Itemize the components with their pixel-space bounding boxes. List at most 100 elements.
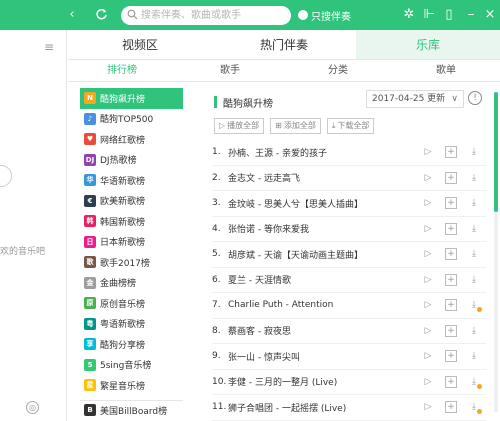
download-icon[interactable]: ⤓ xyxy=(468,146,480,158)
menu-icon[interactable]: ≡ xyxy=(44,40,54,54)
play-all-button[interactable]: ▷ 播放全部 xyxy=(214,118,265,134)
chart-content: 酷狗飙升榜 2017-04-25 更新 ∨ ! ▷ 播放全部 ⊞ 添加全部 ⤓ … xyxy=(200,82,490,421)
song-row[interactable]: 4. 张怡诺 - 等你来爱我 ▷ + ⤓ xyxy=(212,217,486,242)
search-input[interactable] xyxy=(141,7,286,24)
tab-sub-0[interactable]: 排行榜 xyxy=(68,60,176,81)
minimize-icon[interactable]: – xyxy=(463,6,479,24)
download-icon[interactable]: ⤓ xyxy=(468,401,482,415)
tab-main-1[interactable]: 热门伴奏 xyxy=(212,30,356,59)
mobile-icon[interactable]: ▯ xyxy=(441,6,457,24)
chart-list-item[interactable]: 原原创音乐榜 xyxy=(80,293,183,314)
play-icon[interactable]: ▷ xyxy=(422,274,434,286)
tab-sub-3[interactable]: 歌单 xyxy=(392,60,500,81)
song-title[interactable]: 张怡诺 - 等你来爱我 xyxy=(226,222,422,235)
add-icon[interactable]: + xyxy=(445,401,457,414)
chart-list-item[interactable]: 粤粤语新歌榜 xyxy=(80,314,183,335)
chart-list-item[interactable]: 金金曲榜榜 xyxy=(80,273,183,294)
chart-list-item[interactable]: ♪ 酷狗TOP500 xyxy=(80,109,183,130)
play-icon[interactable]: ▷ xyxy=(422,299,434,311)
download-icon[interactable]: ⤓ xyxy=(468,325,480,337)
song-row[interactable]: 2. 金志文 - 远走高飞 ▷ + ⤓ xyxy=(212,166,486,191)
scrollbar[interactable] xyxy=(494,92,498,412)
add-icon[interactable]: + xyxy=(445,375,457,388)
chart-list-item[interactable]: B 美国BillBoard榜 xyxy=(80,399,183,421)
song-title[interactable]: 胡彦斌 - 天谕【天谕动画主题曲】 xyxy=(226,248,422,261)
song-title[interactable]: 金志文 - 远走高飞 xyxy=(226,171,422,184)
song-title[interactable]: Charlie Puth - Attention xyxy=(226,300,422,310)
song-row[interactable]: 9. 张一山 - 惊声尖叫 ▷ + ⤓ xyxy=(212,344,486,370)
play-icon[interactable]: ▷ xyxy=(422,172,434,184)
chart-list-item[interactable]: 星繁星音乐榜 xyxy=(80,375,183,396)
chart-list-item[interactable]: 华华语新歌榜 xyxy=(80,170,183,191)
song-row[interactable]: 7. Charlie Puth - Attention ▷ + ⤓ xyxy=(212,293,486,319)
download-icon[interactable]: ⤓ xyxy=(468,274,480,286)
chart-list-item[interactable]: 日日本新歌榜 xyxy=(80,232,183,253)
chart-list-item[interactable]: 歌歌手2017榜 xyxy=(80,252,183,273)
chart-list-item[interactable]: ♥ 网络红歌榜 xyxy=(80,129,183,150)
tab-main-0[interactable]: 视频区 xyxy=(68,30,212,59)
badge-dot-icon xyxy=(477,409,482,415)
song-title[interactable]: 蔡画客 - 寂夜思 xyxy=(226,324,422,337)
song-row[interactable]: 10. 李健 - 三月的一整月 (Live) ▷ + ⤓ xyxy=(212,370,486,395)
add-icon[interactable]: + xyxy=(445,222,457,235)
add-icon[interactable]: + xyxy=(445,324,457,337)
download-icon[interactable]: ⤓ xyxy=(468,299,482,313)
search-box[interactable] xyxy=(121,6,291,25)
chart-list-item[interactable]: DJ DJ热歌榜 xyxy=(80,150,183,171)
play-icon[interactable]: ▷ xyxy=(422,146,434,158)
location-icon[interactable]: ◎ xyxy=(26,401,39,414)
song-title[interactable]: 李健 - 三月的一整月 (Live) xyxy=(226,375,422,388)
only-companion-toggle[interactable]: 只搜伴奏 xyxy=(298,7,351,23)
play-icon[interactable]: ▷ xyxy=(422,325,434,337)
play-icon[interactable]: ▷ xyxy=(422,350,434,362)
download-all-button[interactable]: ⤓ 下载全部 xyxy=(326,118,375,134)
scrollbar-thumb[interactable] xyxy=(494,92,498,212)
refresh-icon[interactable] xyxy=(93,6,109,27)
add-icon[interactable]: + xyxy=(445,299,457,312)
add-icon[interactable]: + xyxy=(445,350,457,363)
collapse-button[interactable] xyxy=(0,165,12,187)
info-icon[interactable]: ! xyxy=(468,91,482,105)
song-row[interactable]: 1. 孙楠、王源 - 亲爱的孩子 ▷ + ⤓ xyxy=(212,140,486,166)
download-icon[interactable]: ⤓ xyxy=(468,376,482,389)
download-icon[interactable]: ⤓ xyxy=(468,223,480,235)
song-title[interactable]: 金玟岐 - 思美人兮【思美人插曲】 xyxy=(226,197,422,210)
tab-main-2[interactable]: 乐库 xyxy=(356,30,500,59)
date-select[interactable]: 2017-04-25 更新 ∨ xyxy=(366,90,464,108)
play-icon[interactable]: ▷ xyxy=(422,197,434,209)
play-icon[interactable]: ▷ xyxy=(422,401,434,413)
chart-list-item[interactable]: 韩韩国新歌榜 xyxy=(80,211,183,232)
tab-sub-1[interactable]: 歌手 xyxy=(176,60,284,81)
play-icon[interactable]: ▷ xyxy=(422,248,434,260)
add-icon[interactable]: + xyxy=(445,273,457,286)
chart-list-item[interactable]: N 酷狗飙升榜 xyxy=(80,88,183,109)
song-title[interactable]: 孙楠、王源 - 亲爱的孩子 xyxy=(226,146,422,159)
song-row[interactable]: 3. 金玟岐 - 思美人兮【思美人插曲】 ▷ + ⤓ xyxy=(212,191,486,217)
song-row[interactable]: 5. 胡彦斌 - 天谕【天谕动画主题曲】 ▷ + ⤓ xyxy=(212,242,486,268)
tab-sub-2[interactable]: 分类 xyxy=(284,60,392,81)
close-icon[interactable]: × xyxy=(482,6,498,24)
play-icon[interactable]: ▷ xyxy=(422,223,434,235)
add-icon[interactable]: + xyxy=(445,146,457,159)
song-title[interactable]: 夏兰 - 天涯情歌 xyxy=(226,273,422,286)
add-icon[interactable]: + xyxy=(445,171,457,184)
play-icon[interactable]: ▷ xyxy=(422,376,434,388)
add-all-button[interactable]: ⊞ 添加全部 xyxy=(270,118,321,134)
chart-list-item[interactable]: 享酷狗分享榜 xyxy=(80,334,183,355)
download-icon[interactable]: ⤓ xyxy=(468,248,480,260)
add-icon[interactable]: + xyxy=(445,248,457,261)
download-icon[interactable]: ⤓ xyxy=(468,172,480,184)
song-row[interactable]: 8. 蔡画客 - 寂夜思 ▷ + ⤓ xyxy=(212,319,486,344)
chart-list-item[interactable]: 5 5sing音乐榜 xyxy=(80,355,183,376)
back-arrow-icon[interactable]: ‹ xyxy=(64,6,80,24)
chart-list-item[interactable]: € 欧美新歌榜 xyxy=(80,191,183,212)
add-icon[interactable]: + xyxy=(445,197,457,210)
skin-icon[interactable]: ⊩ xyxy=(421,6,437,24)
settings-icon[interactable]: ✲ xyxy=(401,6,417,24)
song-title[interactable]: 狮子合唱团 - 一起摇摆 (Live) xyxy=(226,401,422,414)
song-row[interactable]: 11. 狮子合唱团 - 一起摇摆 (Live) ▷ + ⤓ xyxy=(212,395,486,421)
song-title[interactable]: 张一山 - 惊声尖叫 xyxy=(226,350,422,363)
download-icon[interactable]: ⤓ xyxy=(468,350,480,362)
download-icon[interactable]: ⤓ xyxy=(468,197,480,209)
song-row[interactable]: 6. 夏兰 - 天涯情歌 ▷ + ⤓ xyxy=(212,268,486,293)
